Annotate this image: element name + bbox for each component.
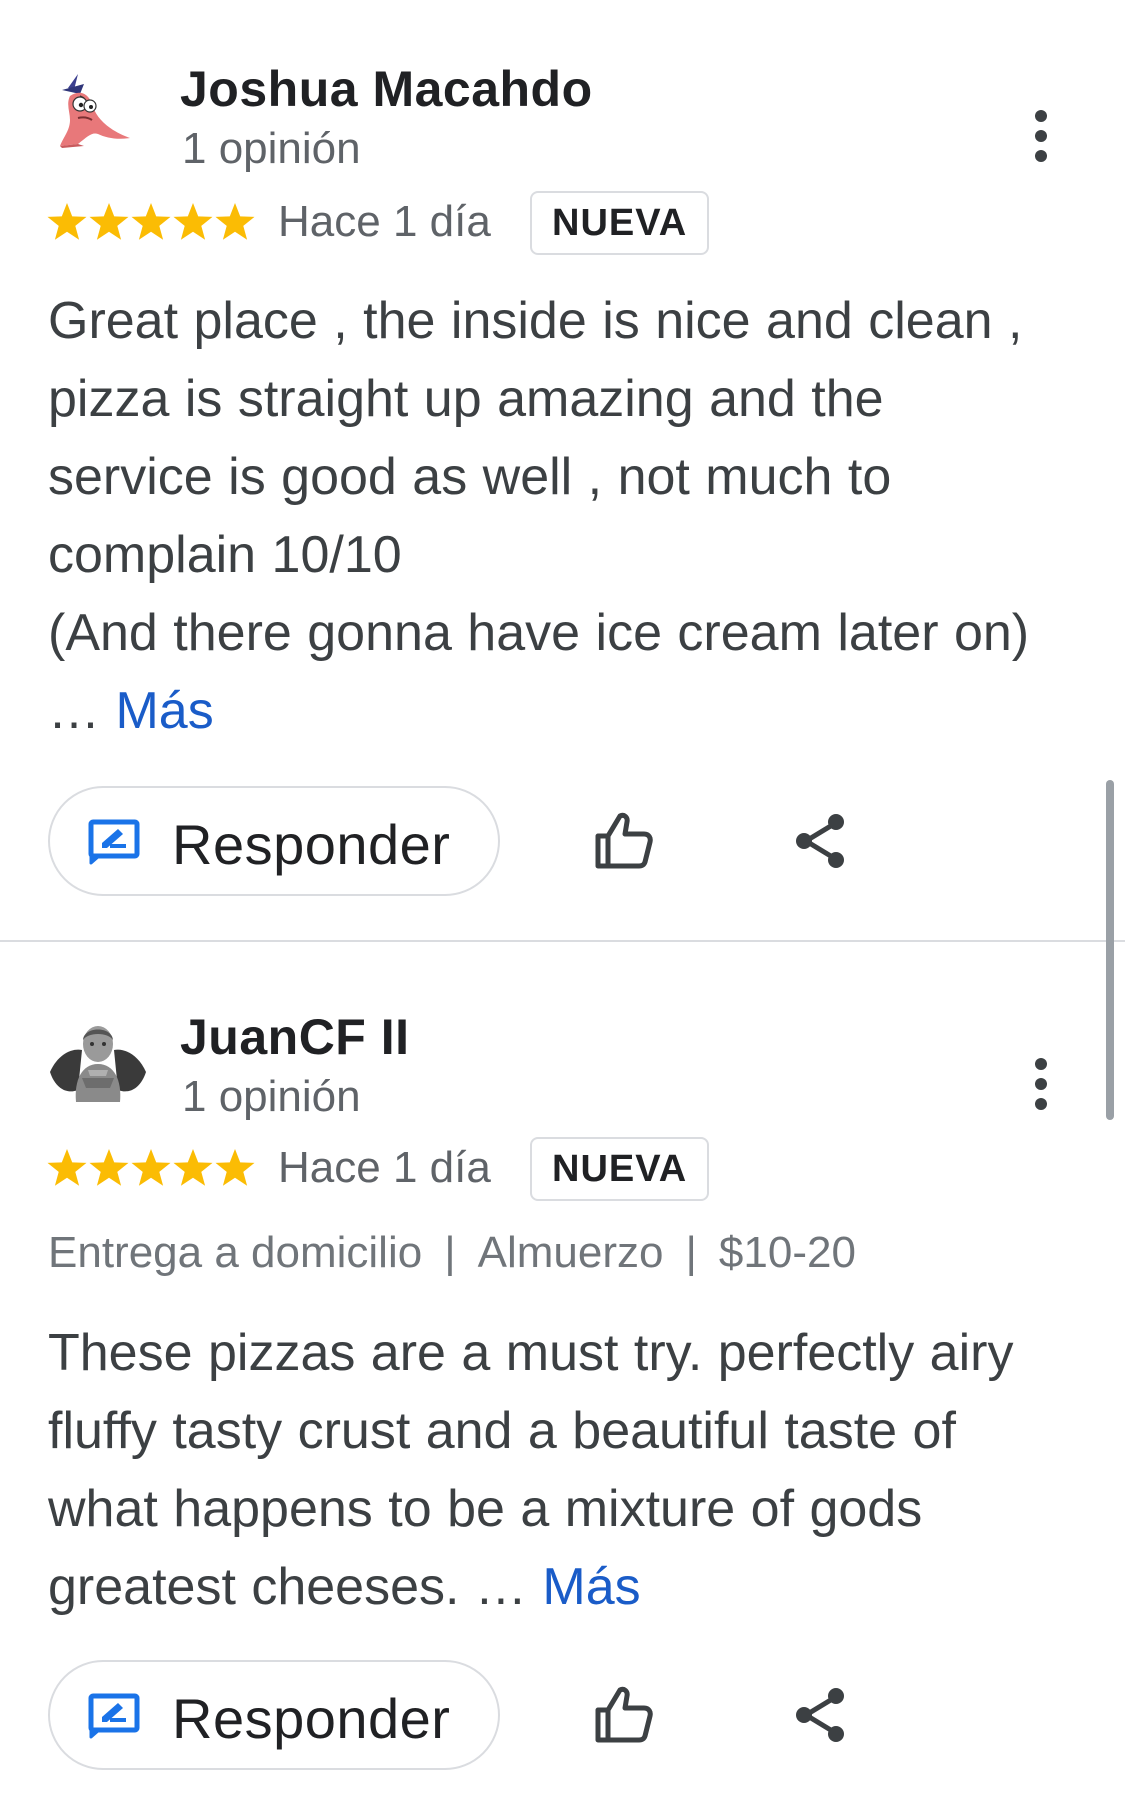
ellipsis: … bbox=[474, 1558, 527, 1616]
review-time: Hace 1 día bbox=[278, 197, 491, 246]
reply-edit-icon bbox=[88, 1693, 140, 1739]
star-icon bbox=[47, 203, 87, 240]
attribute-price: $10-20 bbox=[718, 1228, 856, 1277]
ellipsis: … bbox=[48, 682, 100, 740]
attribute-separator: | bbox=[444, 1228, 456, 1277]
star-icon bbox=[173, 203, 213, 240]
author-name[interactable]: Joshua Macahdo bbox=[180, 60, 593, 118]
share-icon[interactable] bbox=[788, 808, 854, 874]
action-row: Responder bbox=[48, 1660, 1068, 1774]
reply-edit-icon bbox=[88, 819, 140, 865]
star-rating bbox=[46, 1147, 256, 1191]
attribute-meal: Almuerzo bbox=[477, 1228, 664, 1277]
reply-button[interactable]: Responder bbox=[48, 1660, 500, 1770]
review-text-line: (And there gonna have ice cream later on… bbox=[48, 604, 1030, 662]
star-icon bbox=[215, 1149, 255, 1186]
review-text-line: complain 10/10 bbox=[48, 526, 402, 584]
star-icon bbox=[89, 203, 129, 240]
new-badge: NUEVA bbox=[530, 1137, 710, 1201]
star-icon bbox=[131, 1149, 171, 1186]
author-name[interactable]: JuanCF II bbox=[180, 1008, 410, 1066]
review-card: Joshua Macahdo 1 opinión Hace 1 día NUEV… bbox=[0, 0, 1125, 940]
attribute-service: Entrega a domicilio bbox=[48, 1228, 423, 1277]
review-text: Great place , the inside is nice and cle… bbox=[48, 282, 1088, 750]
review-card: JuanCF II 1 opinión Hace 1 día NUEVA Ent… bbox=[0, 942, 1125, 1802]
review-text-line: what happens to be a mixture of gods bbox=[48, 1480, 923, 1538]
reply-label: Responder bbox=[172, 813, 451, 876]
thumbs-up-icon[interactable] bbox=[588, 806, 658, 876]
author-review-count[interactable]: 1 opinión bbox=[182, 124, 361, 174]
rating-row: Hace 1 día NUEVA bbox=[46, 191, 1046, 257]
share-icon[interactable] bbox=[788, 1682, 854, 1748]
more-vert-icon[interactable] bbox=[1022, 102, 1062, 172]
scrollbar[interactable] bbox=[1106, 780, 1114, 1120]
review-text-line: These pizzas are a must try. perfectly a… bbox=[48, 1324, 1014, 1382]
more-vert-icon[interactable] bbox=[1022, 1050, 1062, 1120]
star-icon bbox=[131, 203, 171, 240]
more-link[interactable]: Más bbox=[542, 1558, 640, 1616]
star-icon bbox=[173, 1149, 213, 1186]
author-review-count[interactable]: 1 opinión bbox=[182, 1072, 361, 1122]
review-time: Hace 1 día bbox=[278, 1143, 491, 1192]
review-text-line: … Más bbox=[48, 672, 1088, 750]
rating-row: Hace 1 día NUEVA bbox=[46, 1137, 1046, 1203]
more-link[interactable]: Más bbox=[115, 682, 213, 740]
action-row: Responder bbox=[48, 786, 1068, 900]
review-attributes: Entrega a domicilio | Almuerzo | $10-20 bbox=[48, 1228, 856, 1278]
review-text-line: fluffy tasty crust and a beautiful taste… bbox=[48, 1402, 956, 1460]
reply-label: Responder bbox=[172, 1687, 451, 1750]
review-text-last: greatest cheeses. bbox=[48, 1558, 460, 1616]
thumbs-up-icon[interactable] bbox=[588, 1680, 658, 1750]
reply-button[interactable]: Responder bbox=[48, 786, 500, 896]
review-text: These pizzas are a must try. perfectly a… bbox=[48, 1314, 1088, 1626]
review-text-line: greatest cheeses. … Más bbox=[48, 1548, 1088, 1626]
statue-avatar-icon bbox=[50, 1026, 146, 1102]
star-rating bbox=[46, 201, 256, 245]
attribute-separator: | bbox=[685, 1228, 697, 1277]
star-icon bbox=[215, 203, 255, 240]
review-text-line: pizza is straight up amazing and the bbox=[48, 370, 884, 428]
avatar[interactable] bbox=[48, 60, 148, 160]
review-text-line: service is good as well , not much to bbox=[48, 448, 892, 506]
star-icon bbox=[89, 1149, 129, 1186]
review-text-line: Great place , the inside is nice and cle… bbox=[48, 292, 1023, 350]
starfish-avatar-icon bbox=[60, 74, 130, 148]
avatar[interactable] bbox=[48, 1010, 148, 1110]
new-badge: NUEVA bbox=[530, 191, 710, 255]
star-icon bbox=[47, 1149, 87, 1186]
